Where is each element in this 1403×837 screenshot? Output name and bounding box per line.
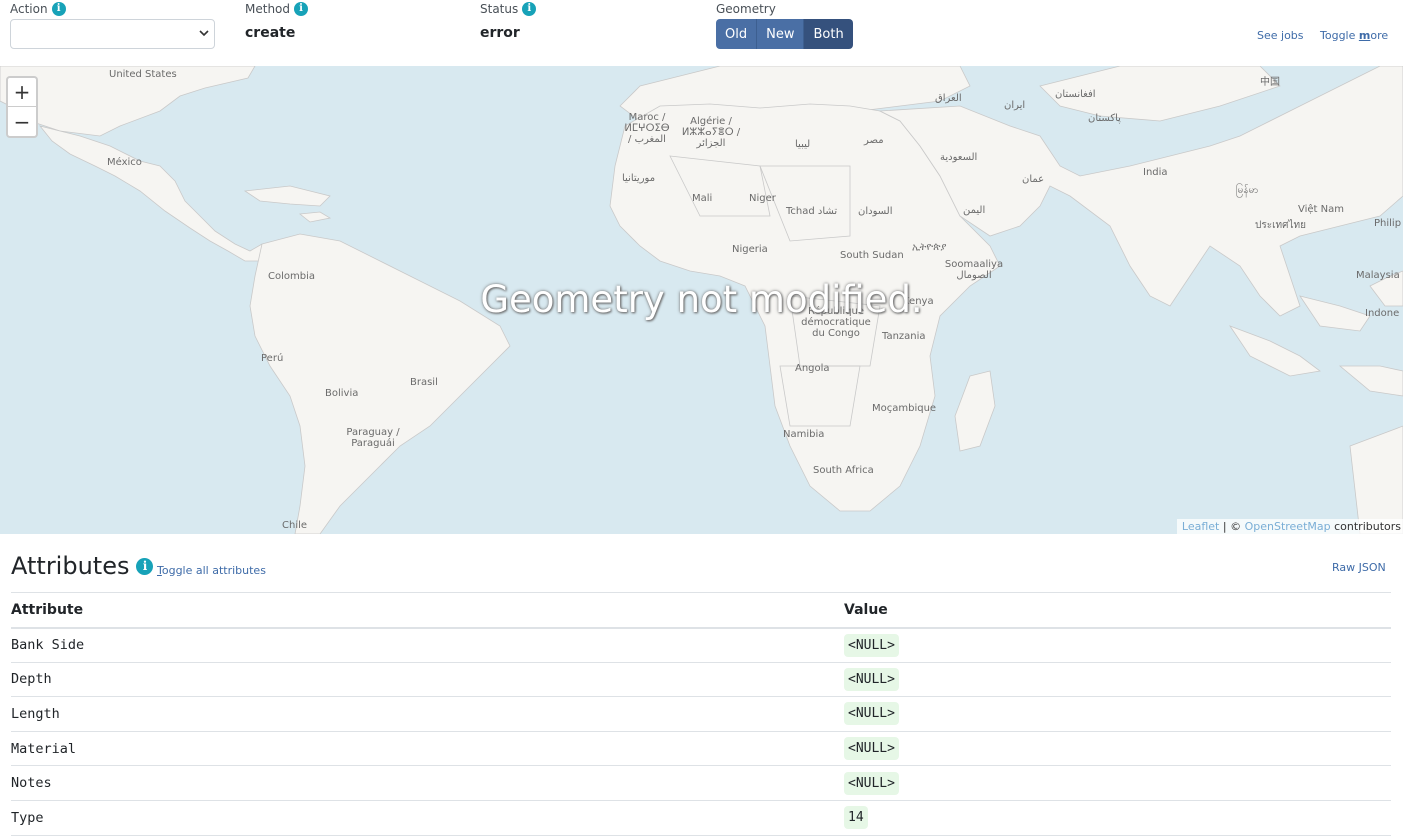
attribute-value: <NULL> — [844, 667, 899, 691]
attribute-name: Depth — [11, 662, 844, 698]
attribute-value: <NULL> — [844, 771, 899, 795]
zoom-out-button[interactable]: − — [8, 107, 36, 136]
map-label: عمان — [1022, 174, 1045, 185]
table-row: Notes <NULL> — [11, 765, 1391, 801]
header: Action i Method i create Status i error … — [0, 0, 1403, 66]
status-field: Status i error — [480, 2, 537, 41]
status-value: error — [480, 25, 520, 41]
map-label: Niger — [749, 193, 776, 204]
attribute-value: <NULL> — [844, 737, 899, 761]
map-label: 中国 — [1260, 77, 1280, 88]
map-label: Perú — [261, 353, 284, 364]
method-field: Method i create — [245, 2, 309, 41]
map[interactable]: United States México Colombia Perú Boliv… — [0, 66, 1403, 534]
map-label: Tchad تشاد — [786, 206, 838, 217]
attribute-name: Notes — [11, 765, 844, 801]
attribute-name: Length — [11, 696, 844, 732]
zoom-in-button[interactable]: + — [8, 78, 36, 107]
attribute-value: <NULL> — [844, 633, 899, 657]
map-label: اليمن — [963, 205, 986, 216]
attributes-title: Attributes — [11, 552, 130, 580]
map-label: ኢትዮጵያ — [912, 242, 947, 253]
geometry-field: Geometry — [716, 2, 776, 16]
action-label: Action — [10, 2, 48, 16]
attribute-name: Bank Side — [11, 627, 844, 663]
status-info-icon[interactable]: i — [522, 2, 537, 16]
geometry-button-group: Old New Both — [716, 19, 853, 49]
map-label: Brasil — [410, 377, 438, 388]
map-label: Paraguay / Paraguái — [346, 427, 400, 449]
chevron-down-icon — [199, 30, 209, 37]
see-jobs-link[interactable]: See jobs — [1257, 29, 1304, 42]
map-label: العراق — [935, 93, 962, 104]
map-label: السودان — [858, 206, 893, 217]
map-label: မြန်မာ — [1236, 185, 1259, 196]
map-label: Angola — [795, 363, 830, 374]
table-row: Type 14 — [11, 800, 1391, 836]
map-label: ليبيا — [795, 139, 811, 150]
method-value: create — [245, 25, 296, 41]
leaflet-link[interactable]: Leaflet — [1182, 520, 1219, 533]
geometry-new-button[interactable]: New — [757, 19, 805, 49]
method-info-icon[interactable]: i — [294, 2, 309, 16]
toggle-more-accesskey: m — [1358, 29, 1371, 42]
map-label: Chile — [282, 520, 308, 531]
table-row: Length <NULL> — [11, 696, 1391, 732]
attribute-name: Material — [11, 731, 844, 767]
map-label: پاکستان — [1088, 113, 1121, 124]
map-label: Tanzania — [882, 331, 926, 342]
column-header-value: Value — [844, 592, 1391, 629]
attributes-table: Attribute Value Bank Side <NULL> Depth <… — [11, 592, 1391, 836]
table-row: Depth <NULL> — [11, 662, 1391, 698]
table-header-row: Attribute Value — [11, 592, 1391, 629]
map-label: Việt Nam — [1298, 204, 1345, 215]
geometry-old-button[interactable]: Old — [716, 19, 758, 49]
attributes-info-icon[interactable]: i — [136, 557, 154, 575]
attribute-name: Type — [11, 800, 844, 836]
map-overlay-message: Geometry not modified. — [480, 278, 923, 321]
map-label: Philip — [1374, 218, 1402, 229]
raw-json-link[interactable]: Raw JSON — [1332, 561, 1386, 574]
action-field: Action i — [10, 2, 66, 16]
method-label: Method — [245, 2, 291, 16]
action-label-row: Action i — [10, 2, 66, 16]
table-row: Bank Side <NULL> — [11, 627, 1391, 663]
map-label: Moçambique — [872, 403, 937, 414]
column-header-attribute: Attribute — [11, 592, 844, 629]
map-label: Algérie / ⵍⵣⵣⴰⵢⴻⵔ / الجزائر — [681, 116, 741, 149]
status-label: Status — [480, 2, 519, 16]
zoom-control: + − — [6, 76, 38, 138]
map-label: México — [107, 157, 142, 168]
map-label: South Sudan — [840, 250, 904, 261]
map-label: Mali — [692, 193, 713, 204]
map-label: India — [1143, 167, 1168, 178]
attribute-value: <NULL> — [844, 702, 899, 726]
map-label: Maroc / ⵍⵎⵖⵔⵉⴱ / المغرب — [624, 112, 670, 145]
map-label: السعودية — [940, 152, 978, 163]
map-label: افغانستان — [1055, 89, 1096, 100]
map-attribution: Leaflet | © OpenStreetMap contributors — [1176, 519, 1403, 534]
toggle-more-link[interactable]: Toggle more — [1320, 29, 1388, 42]
table-row: Material <NULL> — [11, 731, 1391, 767]
geometry-label: Geometry — [716, 2, 776, 16]
map-label: ประเทศไทย — [1255, 220, 1306, 231]
map-label: Namibia — [783, 429, 825, 440]
map-label: Bolivia — [325, 388, 359, 399]
map-label: United States — [109, 69, 177, 80]
action-info-icon[interactable]: i — [51, 2, 66, 16]
map-label: مصر — [864, 135, 884, 146]
attribute-value: 14 — [844, 806, 868, 830]
osm-link[interactable]: OpenStreetMap — [1245, 520, 1331, 533]
map-label: موريتانيا — [622, 173, 656, 184]
action-select[interactable] — [10, 19, 215, 49]
toggle-all-attributes-link[interactable]: Toggle all attributes — [157, 564, 266, 577]
attributes-heading: Attributes i — [11, 552, 154, 580]
geometry-both-button[interactable]: Both — [804, 19, 853, 49]
map-label: ایران — [1004, 100, 1026, 111]
map-label: South Africa — [813, 465, 874, 476]
map-label: Nigeria — [732, 244, 768, 255]
